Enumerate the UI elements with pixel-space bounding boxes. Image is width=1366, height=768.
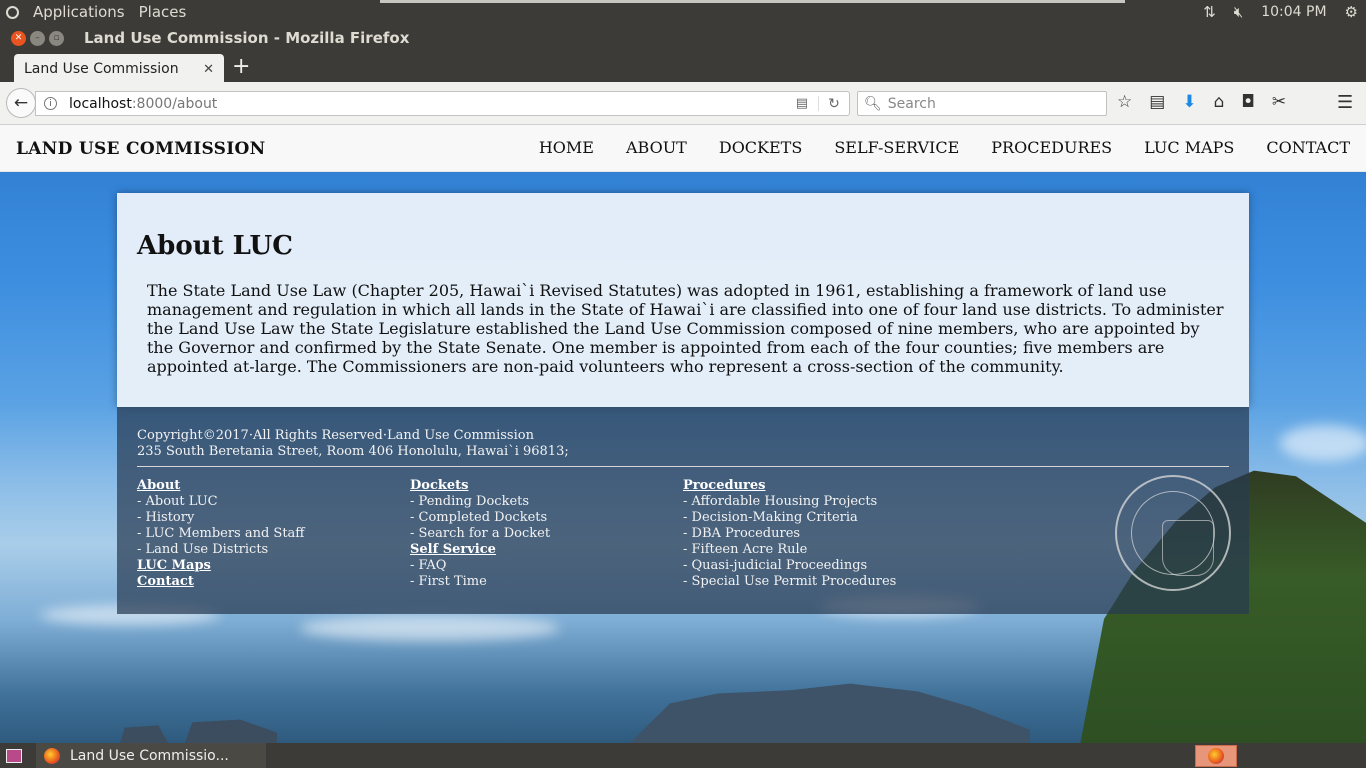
network-arrows-icon[interactable]: ⇅: [1203, 3, 1216, 21]
footer-link-completed-dockets[interactable]: - Completed Dockets: [410, 510, 550, 526]
menu-hamburger-icon[interactable]: ☰: [1337, 92, 1353, 113]
window-title: Land Use Commission - Mozilla Firefox: [84, 29, 410, 47]
footer-address: 235 South Beretania Street, Room 406 Hon…: [137, 444, 569, 459]
nav-procedures[interactable]: PROCEDURES: [991, 138, 1112, 157]
nav-dockets[interactable]: DOCKETS: [719, 138, 802, 157]
firefox-icon: [44, 747, 60, 764]
page-title: About LUC: [137, 231, 293, 261]
nav-contact[interactable]: CONTACT: [1266, 138, 1350, 157]
about-body-text: The State Land Use Law (Chapter 205, Haw…: [147, 281, 1224, 376]
footer-link-pending-dockets[interactable]: - Pending Dockets: [410, 494, 550, 510]
footer-link-fifteen-acre-rule[interactable]: - Fifteen Acre Rule: [683, 542, 896, 558]
footer-link-search-docket[interactable]: - Search for a Docket: [410, 526, 550, 542]
tab-label: Land Use Commission: [24, 61, 179, 77]
os-top-panel: Applications Places ⇅ 🔇︎ 10:04 PM ⚙: [0, 0, 1366, 24]
library-icon[interactable]: ▤: [1149, 92, 1165, 112]
back-button[interactable]: ←: [6, 88, 36, 118]
places-menu[interactable]: Places: [139, 3, 187, 21]
taskbar-window-label: Land Use Commissio...: [70, 747, 229, 764]
workspace-switcher[interactable]: [1195, 745, 1237, 767]
search-icon: 🔍︎: [864, 95, 882, 112]
site-brand[interactable]: LAND USE COMMISSION: [16, 139, 265, 159]
tab-strip: Land Use Commission ✕ +: [0, 52, 1366, 84]
taskbar-firefox-window[interactable]: Land Use Commissio...: [36, 743, 266, 768]
footer-col-procedures: Procedures - Affordable Housing Projects…: [683, 478, 896, 590]
settings-gear-icon[interactable]: ⚙: [1345, 3, 1358, 21]
footer-link-members-staff[interactable]: - LUC Members and Staff: [137, 526, 305, 542]
footer-copyright-block: Copyright©2017·All Rights Reserved·Land …: [137, 428, 569, 460]
tab-land-use-commission[interactable]: Land Use Commission ✕: [14, 54, 224, 84]
show-desktop-icon[interactable]: [6, 748, 22, 763]
site-info-icon[interactable]: i: [44, 97, 57, 110]
footer-link-dockets[interactable]: Dockets: [410, 478, 550, 494]
footer-link-procedures[interactable]: Procedures: [683, 478, 896, 494]
bookmark-star-icon[interactable]: ☆: [1117, 92, 1132, 112]
url-host: localhost: [69, 95, 132, 112]
ubuntu-logo-icon[interactable]: [6, 5, 19, 19]
window-maximize-button[interactable]: ▫: [49, 30, 64, 46]
panel-progress-strip: [380, 0, 1125, 3]
nav-home[interactable]: HOME: [539, 138, 594, 157]
home-icon[interactable]: ⌂: [1214, 92, 1225, 112]
footer-link-land-use-districts[interactable]: - Land Use Districts: [137, 542, 305, 558]
search-placeholder: Search: [887, 95, 936, 112]
about-card: About LUC The State Land Use Law (Chapte…: [117, 193, 1249, 407]
download-icon[interactable]: ⬇: [1182, 92, 1196, 112]
footer-link-affordable-housing[interactable]: - Affordable Housing Projects: [683, 494, 896, 510]
reload-icon[interactable]: ↻: [819, 96, 849, 112]
page-viewport: LAND USE COMMISSION HOME ABOUT DOCKETS S…: [0, 125, 1366, 743]
footer-link-about-luc[interactable]: - About LUC: [137, 494, 305, 510]
volume-muted-icon[interactable]: 🔇︎: [1234, 3, 1243, 21]
footer-link-dba-procedures[interactable]: - DBA Procedures: [683, 526, 896, 542]
footer-link-luc-maps[interactable]: LUC Maps: [137, 558, 305, 574]
background-rock: [120, 725, 168, 743]
applications-menu[interactable]: Applications: [33, 3, 125, 21]
back-arrow-icon: ←: [13, 93, 29, 113]
footer-col-about: About - About LUC - History - LUC Member…: [137, 478, 305, 590]
site-footer: Copyright©2017·All Rights Reserved·Land …: [117, 407, 1249, 614]
new-tab-button[interactable]: +: [232, 56, 250, 78]
window-close-button[interactable]: ✕: [11, 30, 26, 46]
footer-col-dockets: Dockets - Pending Dockets - Completed Do…: [410, 478, 550, 590]
footer-link-special-use-permit[interactable]: - Special Use Permit Procedures: [683, 574, 896, 590]
tab-close-icon[interactable]: ✕: [203, 62, 214, 77]
site-header: LAND USE COMMISSION HOME ABOUT DOCKETS S…: [0, 125, 1366, 172]
footer-link-about[interactable]: About: [137, 478, 305, 494]
nav-luc-maps[interactable]: LUC MAPS: [1144, 138, 1234, 157]
footer-link-history[interactable]: - History: [137, 510, 305, 526]
state-seal-icon: [1115, 475, 1231, 591]
firefox-icon: [1208, 748, 1224, 764]
screenshot-icon[interactable]: ✂: [1272, 92, 1286, 112]
background-hills: [630, 683, 1030, 743]
url-path: :8000/about: [131, 95, 218, 112]
window-minimize-button[interactable]: –: [30, 30, 45, 46]
nav-about[interactable]: ABOUT: [626, 138, 687, 157]
background-rock: [185, 719, 277, 743]
footer-link-first-time[interactable]: - First Time: [410, 574, 550, 590]
os-taskbar: Land Use Commissio...: [0, 743, 1366, 768]
footer-divider: [137, 466, 1229, 467]
pocket-icon[interactable]: ◘: [1241, 92, 1254, 112]
cloud-shape: [1280, 425, 1366, 461]
footer-link-decision-criteria[interactable]: - Decision-Making Criteria: [683, 510, 896, 526]
cloud-shape: [300, 615, 560, 641]
site-nav: HOME ABOUT DOCKETS SELF-SERVICE PROCEDUR…: [539, 138, 1350, 157]
reader-view-icon[interactable]: ▤: [796, 96, 819, 111]
window-titlebar: ✕ – ▫ Land Use Commission - Mozilla Fire…: [0, 24, 1366, 52]
footer-copyright: Copyright©2017·All Rights Reserved·Land …: [137, 428, 534, 443]
nav-toolbar: i localhost:8000/about ▤ ↻ ← 🔍︎ Search ☆…: [0, 82, 1366, 125]
footer-link-self-service[interactable]: Self Service: [410, 542, 550, 558]
nav-self-service[interactable]: SELF-SERVICE: [834, 138, 959, 157]
footer-link-contact[interactable]: Contact: [137, 574, 305, 590]
clock[interactable]: 10:04 PM: [1261, 4, 1326, 20]
footer-link-faq[interactable]: - FAQ: [410, 558, 550, 574]
url-bar[interactable]: i localhost:8000/about ▤ ↻: [35, 91, 850, 116]
footer-link-quasi-judicial[interactable]: - Quasi-judicial Proceedings: [683, 558, 896, 574]
search-input[interactable]: 🔍︎ Search: [857, 91, 1107, 116]
